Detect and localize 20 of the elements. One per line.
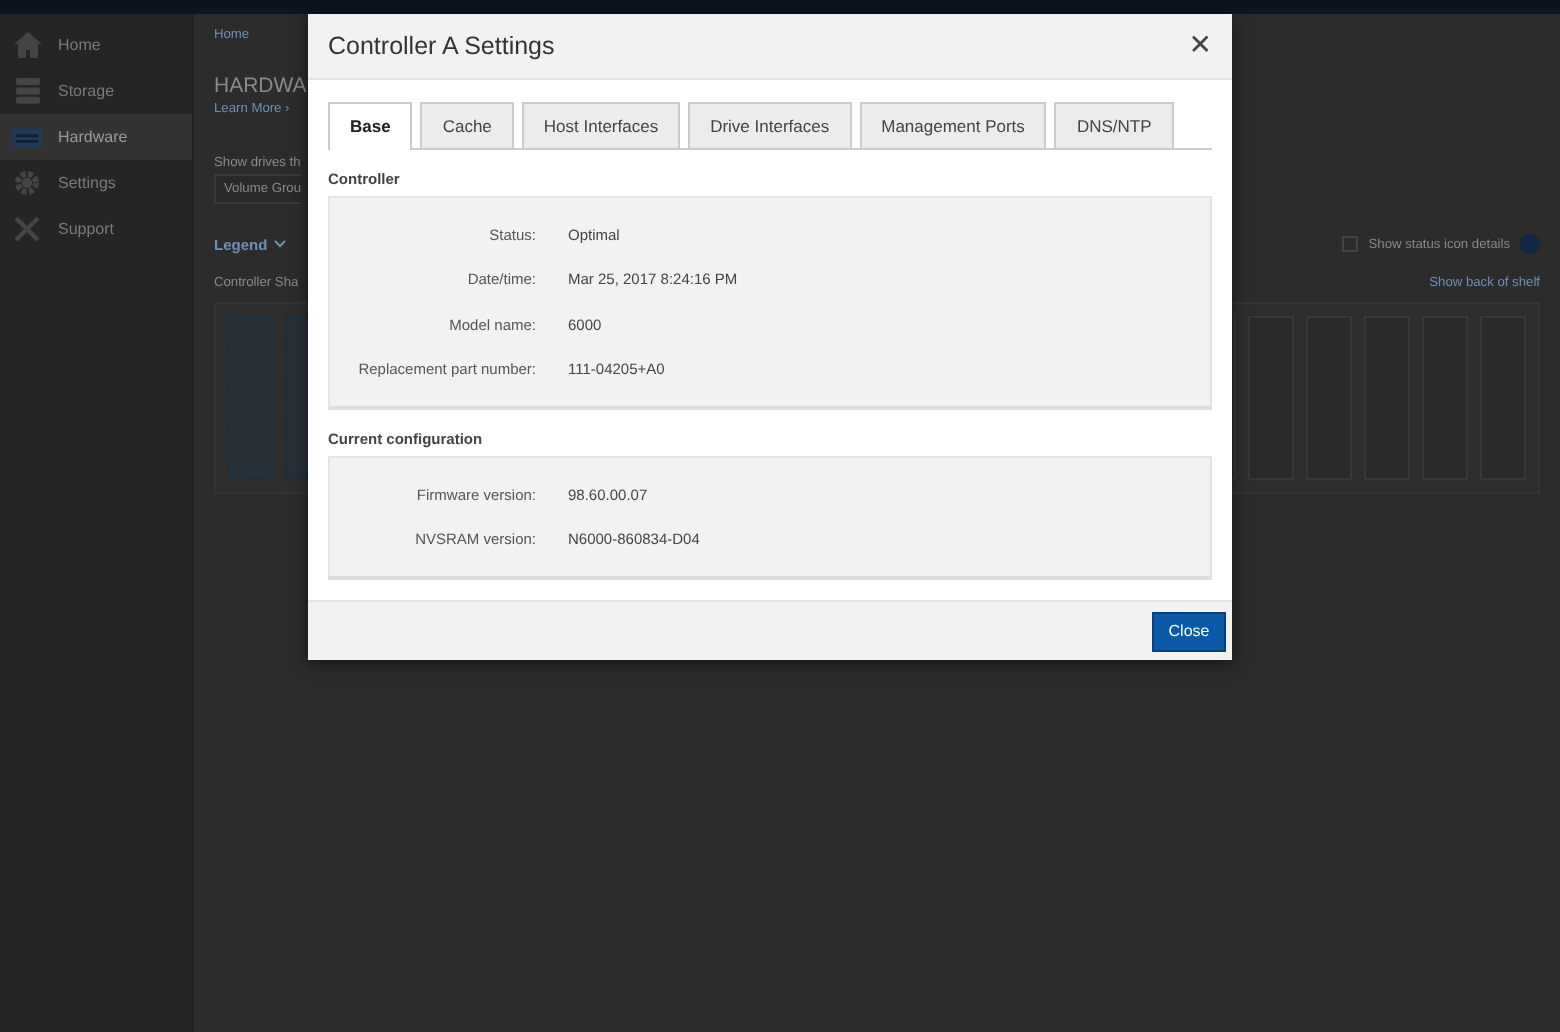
- sidebar-item[interactable]: Storage: [0, 68, 192, 114]
- house-icon: [13, 32, 41, 58]
- sidebar-item[interactable]: Support: [0, 206, 192, 252]
- sidebar-item[interactable]: Settings: [0, 160, 192, 206]
- status-details-checkbox[interactable]: [1342, 236, 1359, 252]
- page-heading: HARDWA: [214, 74, 307, 98]
- server-icon: [12, 127, 42, 147]
- dialog-tab[interactable]: Base: [328, 102, 413, 150]
- database-icon: [15, 78, 39, 104]
- dialog-tab[interactable]: Management Ports: [859, 102, 1047, 148]
- dialog-tab[interactable]: Cache: [420, 102, 514, 148]
- gear-icon: [14, 170, 40, 196]
- dialog-tab[interactable]: DNS/NTP: [1054, 102, 1174, 148]
- sidebar-item[interactable]: Hardware: [0, 114, 192, 160]
- close-button[interactable]: Close: [1152, 611, 1226, 651]
- dialog-tab[interactable]: Drive Interfaces: [688, 102, 852, 148]
- chevron-down-icon: [273, 240, 286, 248]
- dialog-tab[interactable]: Host Interfaces: [521, 102, 681, 148]
- dialog-title: Controller A Settings: [328, 32, 555, 60]
- sidebar-item[interactable]: Home: [0, 22, 192, 68]
